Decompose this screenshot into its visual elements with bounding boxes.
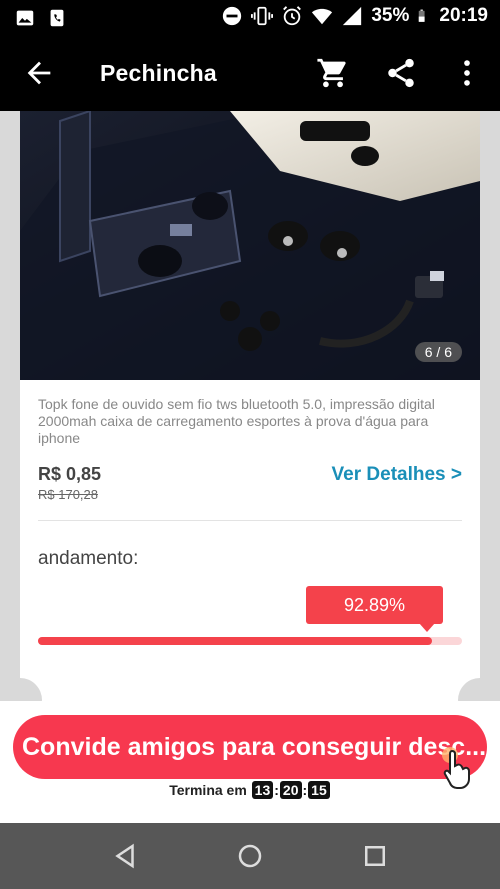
- battery-percent: 35%: [371, 5, 410, 26]
- product-card: 6 / 6 Topk fone de ouvido sem fio tws bl…: [20, 111, 480, 701]
- cart-icon[interactable]: [316, 56, 350, 90]
- countdown-minutes: 20: [279, 781, 302, 799]
- divider: [38, 520, 462, 521]
- view-details-link[interactable]: Ver Detalhes >: [332, 464, 462, 486]
- countdown: Termina em 13:20:15: [0, 781, 500, 799]
- progress-track: [38, 637, 462, 645]
- wifi-icon: [312, 8, 333, 25]
- dnd-icon: [223, 6, 242, 26]
- invite-friends-button[interactable]: Convide amigos para conseguir desc...: [13, 715, 487, 779]
- progress-label: andamento:: [38, 548, 139, 569]
- earbuds-product-illustration: [20, 111, 480, 380]
- phone-icon: [50, 9, 64, 27]
- battery-icon: [419, 9, 425, 22]
- page-title: Pechincha: [100, 60, 217, 86]
- countdown-seconds: 15: [308, 781, 330, 799]
- product-title: Topk fone de ouvido sem fio tws bluetoot…: [38, 396, 435, 446]
- product-image[interactable]: 6 / 6: [20, 111, 480, 380]
- clock: 20:19: [439, 5, 488, 26]
- invite-section: Convide amigos para conseguir desc... Te…: [0, 701, 500, 823]
- vibrate-icon: [251, 6, 274, 26]
- image-icon: [16, 10, 34, 26]
- progress-fill: [38, 637, 432, 645]
- countdown-hours: 13: [251, 781, 274, 799]
- more-vert-icon[interactable]: [450, 56, 484, 90]
- nav-home-icon[interactable]: [235, 841, 265, 871]
- signal-icon: [343, 6, 362, 26]
- back-arrow-icon[interactable]: [22, 56, 56, 90]
- image-counter: 6 / 6: [414, 342, 462, 362]
- progress-percent-badge: 92.89%: [306, 586, 443, 632]
- system-nav-bar: [0, 823, 500, 889]
- status-bar: 35% 20:19: [0, 0, 500, 36]
- alarm-icon: [283, 6, 302, 26]
- countdown-label: Termina em: [169, 782, 247, 798]
- current-price: R$ 0,85: [38, 464, 102, 484]
- app-bar: Pechincha: [0, 36, 500, 111]
- nav-recents-icon[interactable]: [360, 841, 390, 871]
- original-price: R$ 170,28: [38, 487, 98, 502]
- nav-back-icon[interactable]: [110, 841, 140, 871]
- share-icon[interactable]: [384, 56, 418, 90]
